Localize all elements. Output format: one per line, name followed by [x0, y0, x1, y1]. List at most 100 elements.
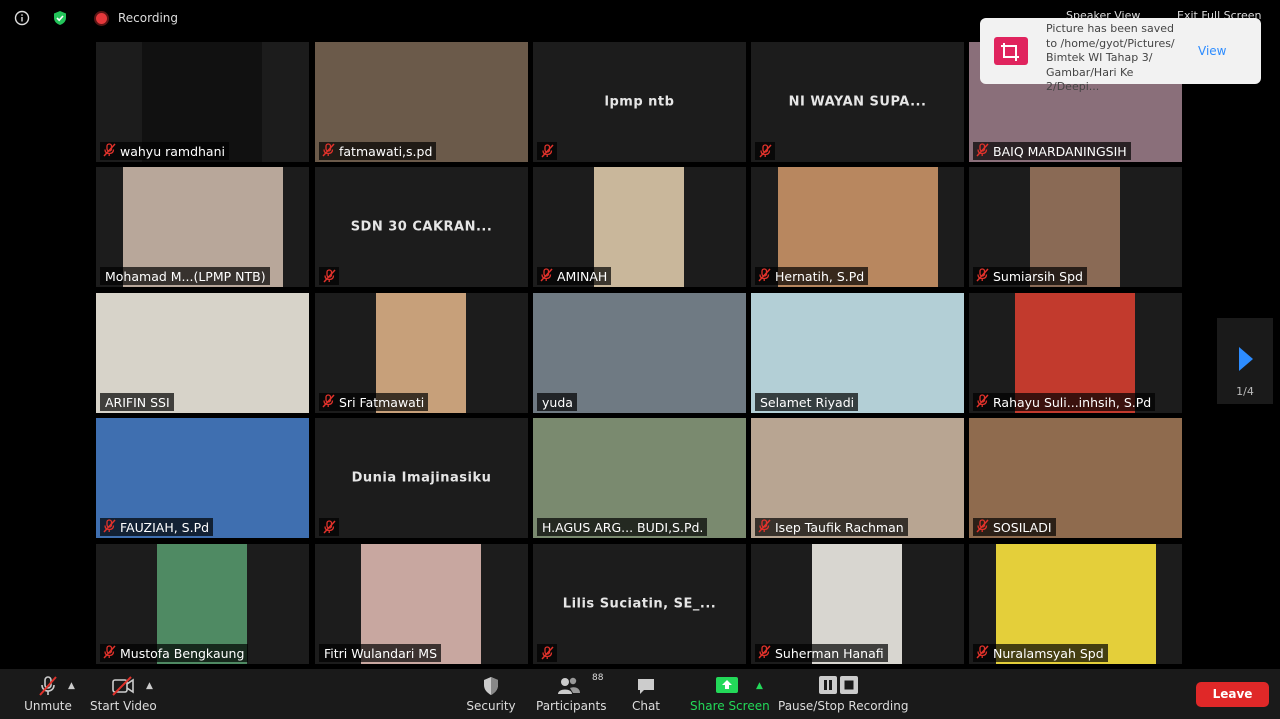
- audio-options-caret-icon[interactable]: ▲: [68, 681, 75, 691]
- participant-name-label: Sumiarsih Spd: [973, 267, 1087, 285]
- participant-tile[interactable]: SDN 30 CAKRAN...: [315, 167, 528, 287]
- muted-microphone-icon: [758, 518, 771, 536]
- participant-name: Mustofa Bengkaung: [120, 645, 245, 661]
- share-screen-button[interactable]: Share Screen: [690, 669, 770, 719]
- participant-name-label: fatmawati,s.pd: [319, 142, 437, 160]
- participant-tile[interactable]: AMINAH: [533, 167, 746, 287]
- participant-tile[interactable]: ARIFIN SSI: [96, 293, 309, 413]
- participant-name-label: yuda: [537, 393, 577, 411]
- toast-message: Picture has been saved to /home/gyot/Pic…: [1046, 22, 1175, 93]
- participant-tile[interactable]: fatmawati,s.pd: [315, 42, 528, 162]
- participant-name: Nuralamsyah Spd: [993, 645, 1104, 661]
- muted-microphone-icon: [537, 142, 557, 160]
- participant-name: BAIQ MARDANINGSIH: [993, 143, 1127, 159]
- share-options-caret-icon[interactable]: ▲: [756, 681, 763, 691]
- video-options-caret-icon[interactable]: ▲: [146, 681, 153, 691]
- participant-tile[interactable]: wahyu ramdhani: [96, 42, 309, 162]
- participant-tile[interactable]: H.AGUS ARG... BUDI,S.Pd.: [533, 418, 746, 538]
- participant-tile[interactable]: Sumiarsih Spd: [969, 167, 1182, 287]
- muted-microphone-icon: [322, 142, 335, 160]
- muted-microphone-icon: [319, 267, 339, 285]
- participant-name: wahyu ramdhani: [120, 143, 225, 159]
- participant-name: Sumiarsih Spd: [993, 268, 1083, 284]
- muted-microphone-icon: [976, 267, 989, 285]
- share-screen-arrow-icon: [716, 677, 738, 693]
- toast-view-link[interactable]: View: [1198, 44, 1226, 58]
- participant-name-label: Hernatih, S.Pd: [755, 267, 869, 285]
- participant-name: Mohamad M...(LPMP NTB): [105, 268, 266, 284]
- participant-name: Rahayu Suli...inhsih, S.Pd: [993, 394, 1152, 410]
- chat-label: Chat: [631, 699, 661, 713]
- participant-name: ARIFIN SSI: [105, 394, 170, 410]
- microphone-muted-icon: [39, 676, 57, 696]
- participant-tile[interactable]: Suherman Hanafi: [751, 544, 964, 664]
- participant-name-label: Isep Taufik Rachman: [755, 518, 908, 536]
- participants-icon: [558, 677, 580, 694]
- participant-tile[interactable]: Isep Taufik Rachman: [751, 418, 964, 538]
- share-screen-label: Share Screen: [690, 699, 770, 713]
- participant-tile[interactable]: Sri Fatmawati: [315, 293, 528, 413]
- crop-icon: [994, 37, 1028, 65]
- participant-tile[interactable]: Mustofa Bengkaung: [96, 544, 309, 664]
- participant-tile[interactable]: Rahayu Suli...inhsih, S.Pd: [969, 293, 1182, 413]
- leave-button[interactable]: Leave: [1196, 682, 1269, 707]
- participant-tile[interactable]: FAUZIAH, S.Pd: [96, 418, 309, 538]
- muted-microphone-icon: [319, 518, 339, 536]
- participant-tile[interactable]: Hernatih, S.Pd: [751, 167, 964, 287]
- muted-microphone-icon: [103, 142, 116, 160]
- security-label: Security: [466, 699, 516, 713]
- participant-tile[interactable]: Selamet Riyadi: [751, 293, 964, 413]
- unmute-label: Unmute: [24, 699, 72, 713]
- chat-button[interactable]: Chat: [628, 669, 664, 719]
- participant-name-label: wahyu ramdhani: [100, 142, 229, 160]
- participant-center-name: Dunia Imajinasiku: [351, 470, 492, 486]
- muted-microphone-icon: [103, 644, 116, 662]
- participant-name: H.AGUS ARG... BUDI,S.Pd.: [542, 519, 704, 535]
- participant-name-label: Mohamad M...(LPMP NTB): [100, 267, 270, 285]
- participant-tile[interactable]: NI WAYAN SUPA...: [751, 42, 964, 162]
- chevron-right-icon: [1239, 347, 1253, 371]
- participant-name-label: FAUZIAH, S.Pd: [100, 518, 214, 536]
- start-video-label: Start Video: [90, 699, 157, 713]
- participant-name-label: H.AGUS ARG... BUDI,S.Pd.: [537, 518, 708, 536]
- security-button[interactable]: Security: [466, 669, 516, 719]
- chat-bubble-icon: [638, 679, 654, 694]
- participant-name: Hernatih, S.Pd: [775, 268, 865, 284]
- participant-name-label: BAIQ MARDANINGSIH: [973, 142, 1131, 160]
- participant-tile[interactable]: Nuralamsyah Spd: [969, 544, 1182, 664]
- participant-name: yuda: [542, 394, 573, 410]
- muted-microphone-icon: [103, 518, 116, 536]
- participant-tile[interactable]: yuda: [533, 293, 746, 413]
- pause-stop-recording-button[interactable]: Pause/Stop Recording: [778, 669, 909, 719]
- unmute-button[interactable]: Unmute: [20, 669, 76, 719]
- participant-center-name: NI WAYAN SUPA...: [788, 94, 927, 110]
- participant-tile[interactable]: lpmp ntb: [533, 42, 746, 162]
- pause-stop-icon: [819, 676, 858, 694]
- participant-tile[interactable]: Lilis Suciatin, SE_...: [533, 544, 746, 664]
- muted-microphone-icon: [758, 644, 771, 662]
- participant-name-label: SOSILADI: [973, 518, 1056, 536]
- muted-microphone-icon: [976, 518, 989, 536]
- muted-microphone-icon: [976, 142, 989, 160]
- participant-center-name: SDN 30 CAKRAN...: [350, 219, 493, 235]
- participants-count: 88: [592, 673, 604, 683]
- participant-tile[interactable]: Mohamad M...(LPMP NTB): [96, 167, 309, 287]
- participant-name: Sri Fatmawati: [339, 394, 425, 410]
- participant-name-label: Sri Fatmawati: [319, 393, 429, 411]
- participant-tile[interactable]: Dunia Imajinasiku: [315, 418, 528, 538]
- participant-tile[interactable]: Fitri Wulandari MS: [315, 544, 528, 664]
- participant-tile[interactable]: SOSILADI: [969, 418, 1182, 538]
- info-icon[interactable]: [14, 10, 30, 26]
- next-page-button[interactable]: 1/4: [1217, 318, 1273, 404]
- encryption-shield-icon[interactable]: [52, 10, 68, 26]
- pause-stop-recording-label: Pause/Stop Recording: [778, 699, 909, 713]
- start-video-button[interactable]: Start Video: [90, 669, 157, 719]
- participant-name-label: Selamet Riyadi: [755, 393, 859, 411]
- screenshot-saved-toast: Picture has been saved to /home/gyot/Pic…: [980, 18, 1261, 93]
- muted-microphone-icon: [540, 267, 553, 285]
- muted-microphone-icon: [976, 393, 989, 411]
- security-shield-icon: [484, 677, 498, 695]
- participant-center-name: Lilis Suciatin, SE_...: [562, 596, 717, 612]
- participants-label: Participants: [536, 699, 607, 713]
- participant-center-name: lpmp ntb: [604, 94, 675, 110]
